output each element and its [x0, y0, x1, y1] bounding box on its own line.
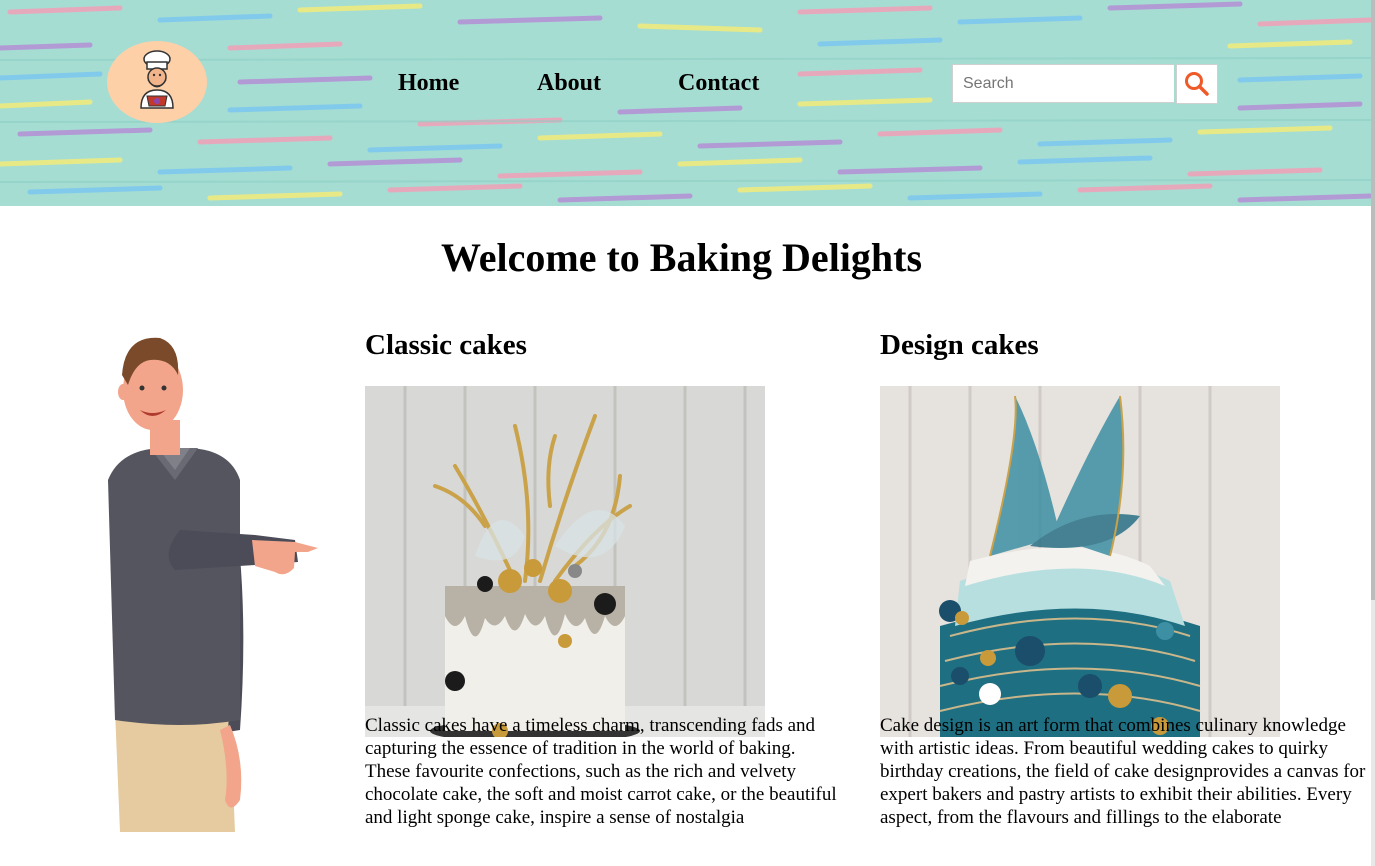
blue-ruffle-cake-with-isomalt-sculpture — [880, 386, 1280, 737]
search-icon — [1185, 72, 1209, 96]
design-cake-image — [880, 386, 1280, 737]
search-button[interactable] — [1176, 64, 1218, 104]
classic-cakes-description: Classic cakes have a timeless charm, tra… — [365, 715, 837, 828]
nav-about-link[interactable]: About — [537, 70, 601, 97]
search-bar — [952, 64, 1218, 105]
design-cakes-description: Cake design is an art form that combines… — [880, 715, 1366, 828]
design-cakes-card: Design cakes Cake design is an art form … — [880, 329, 1375, 828]
search-input[interactable] — [952, 64, 1174, 103]
page-title: Welcome to Baking Delights — [440, 235, 923, 280]
nav-home-link[interactable]: Home — [398, 70, 459, 97]
scrollbar-thumb[interactable] — [1371, 0, 1375, 600]
nav-contact-link[interactable]: Contact — [678, 70, 759, 97]
classic-cake-image — [365, 386, 765, 737]
classic-cakes-card: Classic cakes Classic cakes have a timel… — [365, 329, 865, 828]
site-header: Home About Contact — [0, 0, 1371, 206]
classic-cakes-heading: Classic cakes — [365, 329, 527, 361]
pointing-man-illustration — [108, 337, 318, 832]
design-cakes-heading: Design cakes — [880, 329, 1039, 361]
white-drip-cake-with-gold-sugar-sculpture — [365, 386, 765, 737]
